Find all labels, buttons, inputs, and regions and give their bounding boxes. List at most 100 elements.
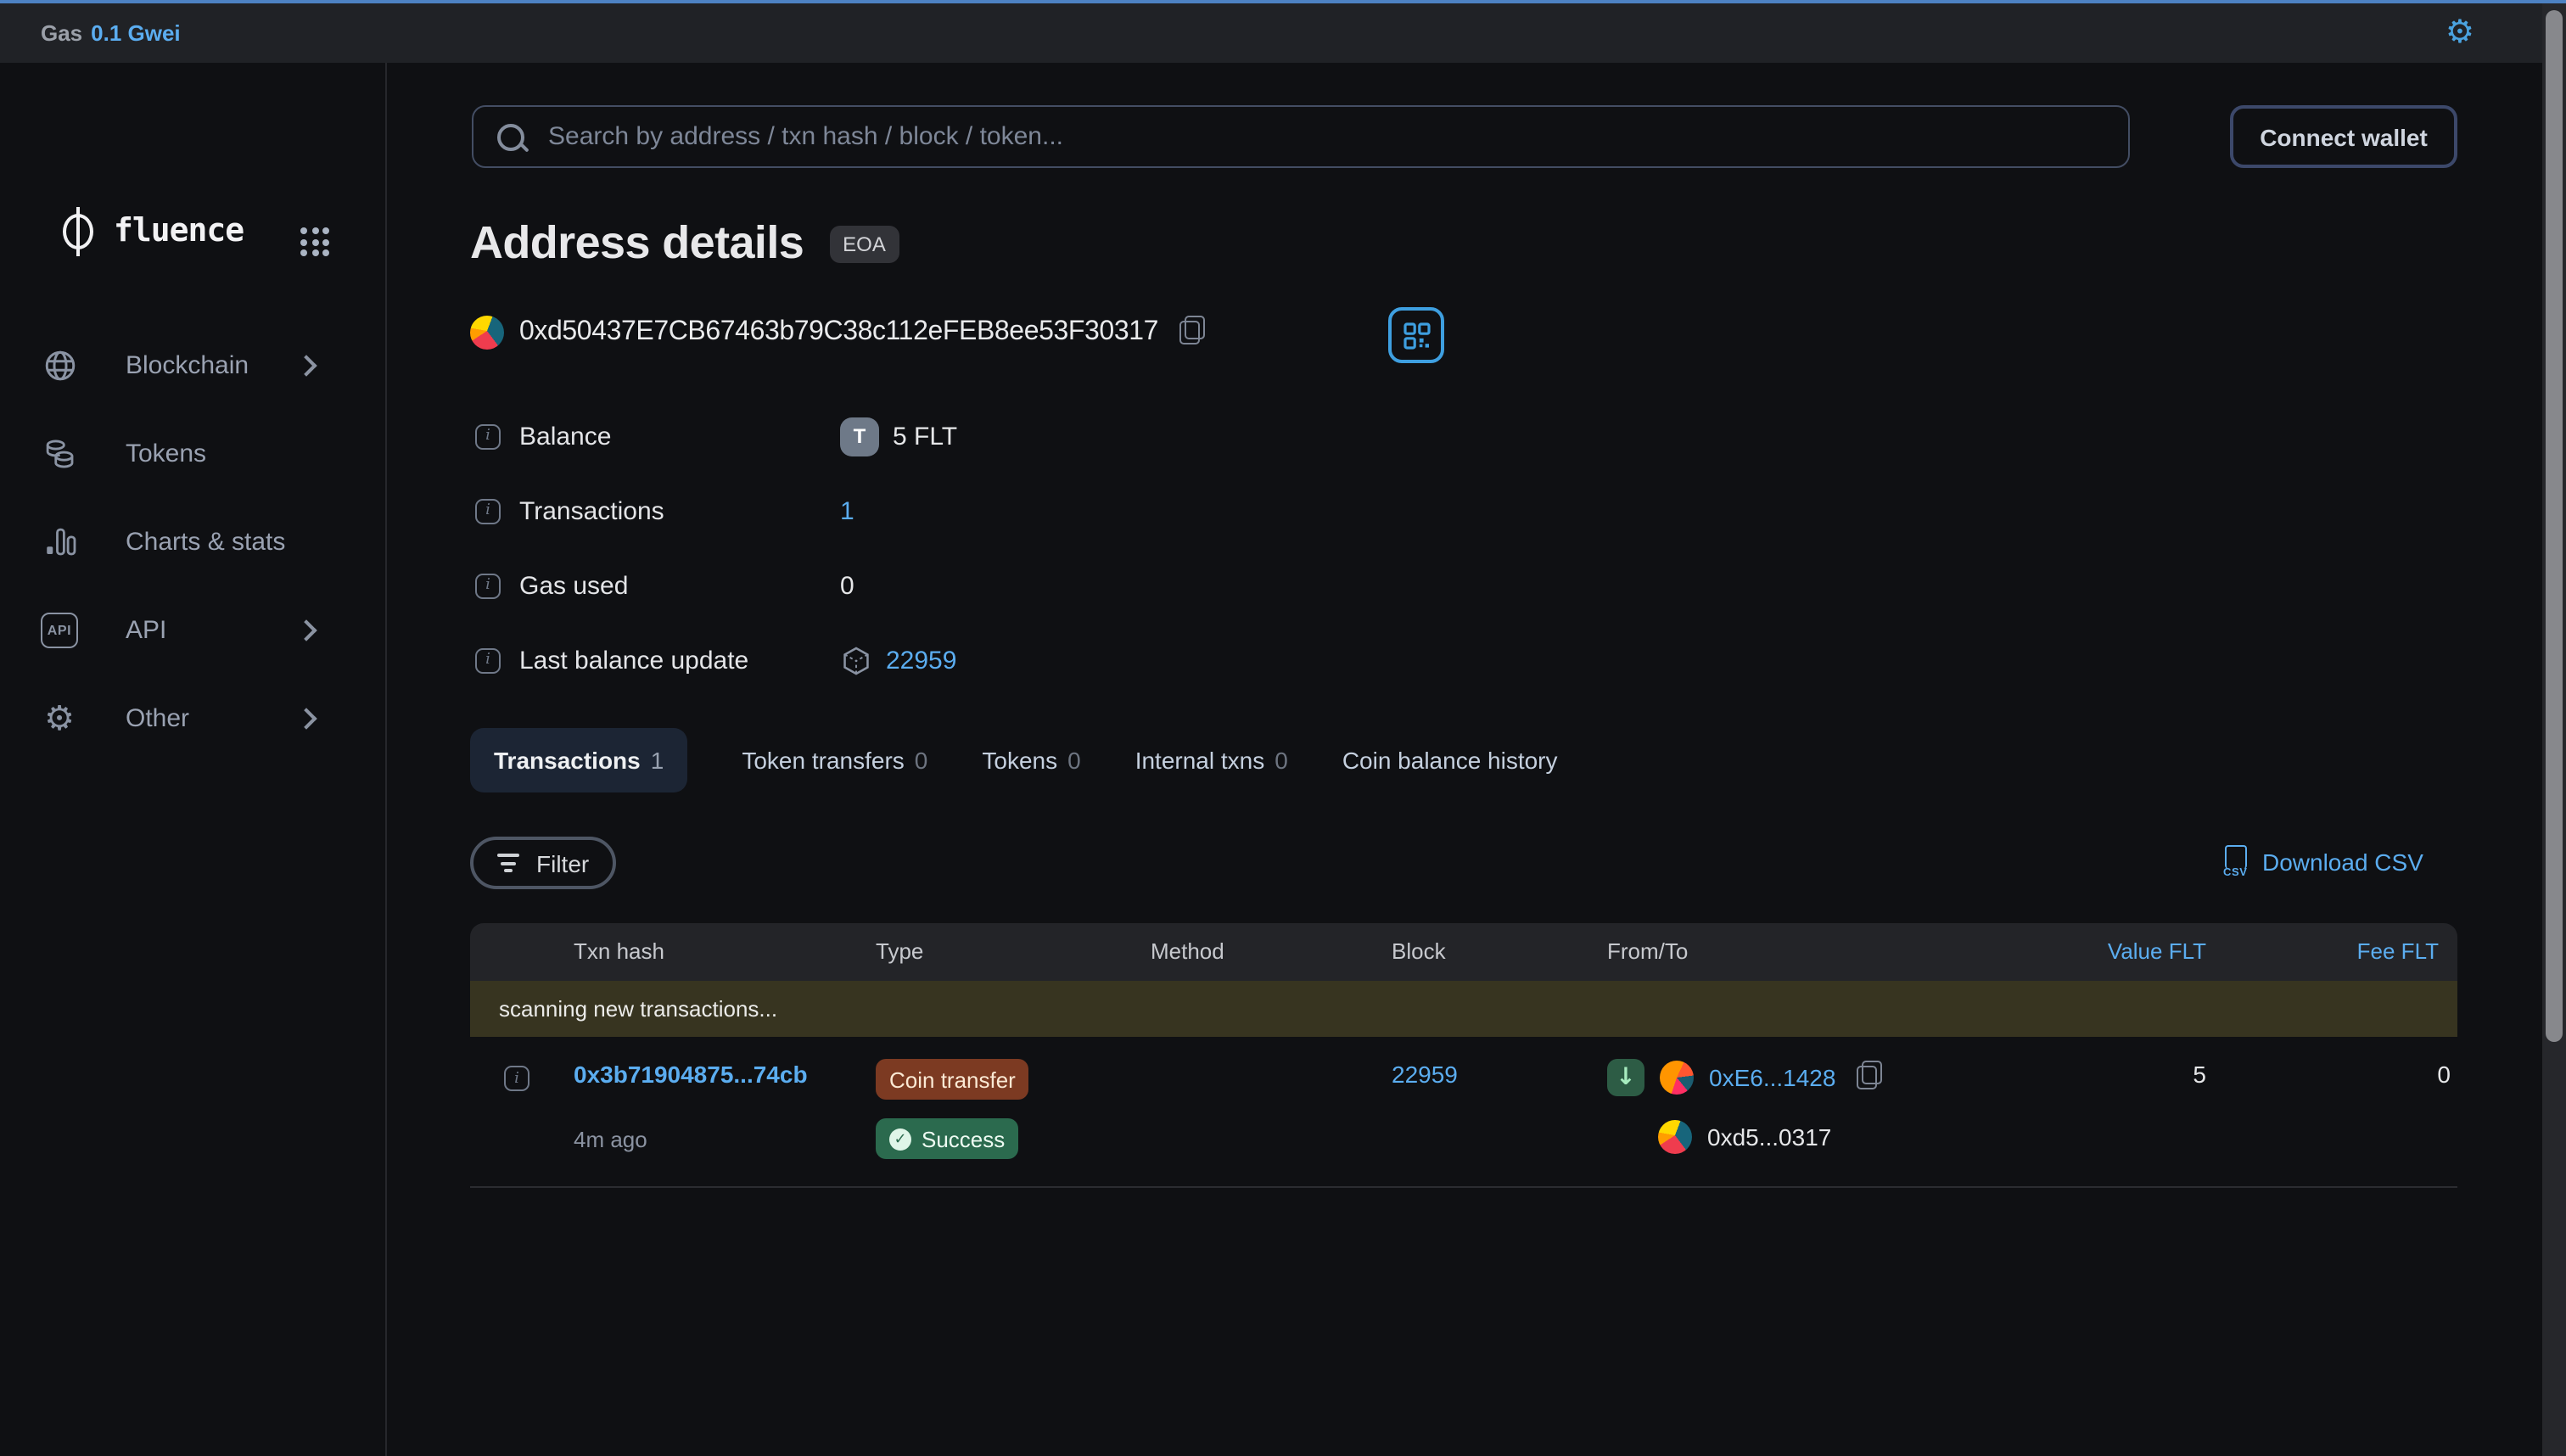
scrollbar-thumb[interactable] [2546, 10, 2563, 1042]
sidebar-item-charts[interactable]: Charts & stats [0, 497, 385, 585]
info-icon[interactable]: i [504, 1066, 529, 1091]
search-icon [497, 123, 524, 150]
top-bar: Gas 0.1 Gwei ⚙ [0, 3, 2566, 63]
tab-token-transfers[interactable]: Token transfers 0 [742, 747, 927, 774]
block-link[interactable]: 22959 [1392, 1061, 1458, 1088]
tab-bar: Transactions 1 Token transfers 0 Tokens … [470, 728, 1558, 792]
title-row: Address details EOA [470, 217, 899, 270]
gas-tracker[interactable]: Gas 0.1 Gwei [41, 20, 181, 46]
col-type: Type [876, 923, 923, 981]
txn-age: 4m ago [574, 1127, 647, 1152]
sidebar: fluence Blockchain [0, 63, 387, 1456]
tab-coin-balance-history[interactable]: Coin balance history [1342, 747, 1558, 774]
gas-value: 0.1 Gwei [91, 20, 181, 46]
from-avatar [1660, 1061, 1694, 1095]
balance-value: 5 FLT [893, 422, 957, 451]
tab-internal-txns[interactable]: Internal txns 0 [1135, 747, 1288, 774]
search-input[interactable] [545, 120, 2104, 153]
filter-button[interactable]: Filter [470, 837, 616, 889]
to-address: 0xd5...0317 [1707, 1123, 1831, 1151]
info-icon[interactable]: i [475, 573, 501, 598]
qr-code-button[interactable] [1388, 307, 1444, 363]
settings-gear-icon[interactable]: ⚙ [2446, 17, 2474, 49]
detail-row-balance: i Balance T 5 FLT [475, 414, 1663, 458]
download-csv-link[interactable]: CSV Download CSV [2223, 845, 2423, 879]
token-logo: T [840, 417, 879, 456]
col-block: Block [1392, 923, 1446, 981]
gear-icon: ⚙ [41, 699, 78, 736]
col-method: Method [1151, 923, 1224, 981]
api-icon: API [41, 611, 78, 648]
txn-hash-link[interactable]: 0x3b71904875...74cb [574, 1061, 808, 1088]
col-txn-hash: Txn hash [574, 923, 664, 981]
filter-icon [497, 854, 519, 872]
tab-tokens[interactable]: Tokens 0 [982, 747, 1080, 774]
address-avatar [470, 316, 504, 350]
info-icon[interactable]: i [475, 647, 501, 673]
sidebar-item-label: Other [126, 703, 189, 732]
txn-value: 5 [2062, 1061, 2206, 1088]
coins-icon [41, 434, 78, 472]
apps-grid-icon[interactable] [300, 227, 329, 256]
tab-transactions[interactable]: Transactions 1 [470, 728, 687, 792]
table-row: i 0x3b71904875...74cb 4m ago Coin transf… [470, 1037, 2457, 1188]
last-balance-block-link[interactable]: 22959 [886, 646, 956, 675]
globe-icon [41, 346, 78, 384]
brand-logo[interactable]: fluence [63, 212, 244, 249]
brand-name: fluence [114, 212, 244, 249]
page-title: Address details [470, 217, 804, 270]
scanning-banner: scanning new transactions... [470, 981, 2457, 1037]
detail-label: Last balance update [519, 646, 748, 675]
connect-wallet-button[interactable]: Connect wallet [2230, 105, 2457, 168]
chevron-right-icon [295, 354, 317, 375]
from-address-link[interactable]: 0xE6...1428 [1709, 1064, 1835, 1091]
col-fee-sort[interactable]: Fee FLT [2294, 923, 2439, 981]
tab-count: 0 [915, 747, 928, 774]
incoming-arrow-icon: ↓ [1607, 1059, 1644, 1096]
detail-row-last-balance-update: i Last balance update 22959 [475, 638, 1663, 682]
tab-count: 1 [651, 747, 664, 774]
info-icon[interactable]: i [475, 498, 501, 524]
gas-used-value: 0 [840, 571, 854, 600]
check-icon: ✓ [889, 1128, 911, 1150]
sidebar-item-tokens[interactable]: Tokens [0, 409, 385, 497]
txn-type-badge: Coin transfer [876, 1059, 1029, 1100]
tab-count: 0 [1275, 747, 1288, 774]
sidebar-item-label: Charts & stats [126, 527, 285, 556]
app-window: Gas 0.1 Gwei ⚙ fluence Blockchain [0, 0, 2566, 1456]
col-from-to: From/To [1607, 923, 1688, 981]
sidebar-item-label: Tokens [126, 439, 206, 468]
fluence-logo-icon [63, 213, 93, 249]
to-avatar [1658, 1120, 1692, 1154]
txn-fee: 0 [2306, 1061, 2451, 1088]
scrollbar-track[interactable] [2542, 3, 2566, 1456]
sidebar-item-label: Blockchain [126, 350, 249, 379]
sidebar-nav: Blockchain Tokens [0, 321, 385, 762]
sidebar-item-blockchain[interactable]: Blockchain [0, 321, 385, 409]
copy-address-icon[interactable] [1179, 321, 1199, 344]
chevron-right-icon [295, 707, 317, 728]
tab-count: 0 [1067, 747, 1081, 774]
transactions-count-link[interactable]: 1 [840, 496, 854, 525]
gas-label: Gas [41, 20, 82, 46]
sidebar-item-api[interactable]: API API [0, 585, 385, 674]
txn-status-badge: ✓ Success [876, 1118, 1018, 1159]
info-icon[interactable]: i [475, 423, 501, 449]
detail-label: Balance [519, 422, 611, 451]
col-value-sort[interactable]: Value FLT [2062, 923, 2206, 981]
address-hash: 0xd50437E7CB67463b79C38c112eFEB8ee53F303… [519, 317, 1158, 348]
address-row: 0xd50437E7CB67463b79C38c112eFEB8ee53F303… [470, 316, 1199, 350]
search-bar[interactable] [472, 105, 2130, 168]
detail-row-transactions: i Transactions 1 [475, 489, 1663, 533]
detail-row-gas-used: i Gas used 0 [475, 563, 1663, 608]
sidebar-item-label: API [126, 615, 166, 644]
qr-icon [1403, 322, 1430, 349]
detail-label: Transactions [519, 496, 664, 525]
copy-from-address-icon[interactable] [1856, 1066, 1876, 1089]
address-type-badge: EOA [829, 225, 899, 262]
sidebar-item-other[interactable]: ⚙ Other [0, 674, 385, 762]
chevron-right-icon [295, 619, 317, 640]
detail-label: Gas used [519, 571, 628, 600]
transactions-table: Txn hash Type Method Block From/To Value… [470, 923, 2457, 1188]
block-cube-icon [840, 644, 872, 676]
